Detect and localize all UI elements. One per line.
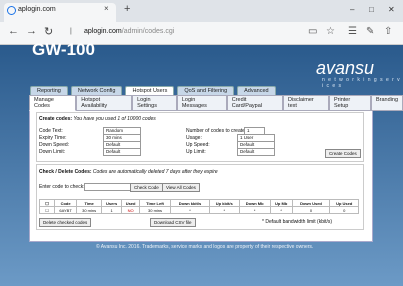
favorite-star-icon[interactable]: ☆ — [326, 26, 335, 37]
check-codes-subtitle: Codes are automatically deleted 7 days a… — [92, 169, 218, 175]
down-limit-select[interactable]: Default — [103, 148, 141, 156]
expiry-time-label: Expiry Time: — [39, 135, 67, 141]
cell-down-kbits: * — [170, 206, 210, 214]
check-codes-heading: Check / Delete Codes: — [39, 169, 92, 175]
codes-table: ☐ Code Time Users Used Time Left Down kb… — [39, 199, 359, 214]
sub-tab-login-settings[interactable]: Login Settings — [132, 95, 177, 111]
footer-copyright: © Avansu Inc. 2016. Trademarks, service … — [96, 244, 314, 250]
cell-time: 30 mins — [76, 206, 103, 214]
url-path: /admin/codes.cgi — [121, 28, 175, 35]
enter-code-label: Enter code to check: — [39, 184, 85, 190]
url-host: aplogin.com — [84, 28, 122, 35]
check-code-button[interactable]: Check Code — [130, 183, 163, 192]
table-row: ☐ 6AYBT 30 mins 1 NO 30 mins * * * * 0 0 — [39, 206, 359, 214]
cell-code: 6AYBT — [53, 206, 78, 214]
codes-table-header: ☐ Code Time Users Used Time Left Down kb… — [39, 199, 359, 207]
view-all-codes-button[interactable]: View All Codes — [162, 183, 200, 192]
cell-up-mb: * — [269, 206, 293, 214]
device-title: GW-100 — [32, 40, 95, 59]
sub-tab-credit-card[interactable]: Credit Card/Paypal — [226, 95, 284, 111]
browser-tab-title: aplogin.com — [18, 6, 56, 13]
site-favicon-icon — [7, 6, 16, 15]
codes-table-wrap: ☐ Code Time Users Used Time Left Down kb… — [39, 199, 359, 214]
share-icon[interactable]: ⇧ — [384, 26, 392, 37]
maximize-button[interactable]: □ — [369, 5, 374, 14]
cell-up-used: 0 — [329, 206, 359, 214]
sub-tab-disclaimer[interactable]: Disclaimer text — [283, 95, 329, 111]
code-text-label: Code Text: — [39, 128, 63, 134]
url-text: aplogin.com/admin/codes.cgi — [84, 28, 174, 35]
down-speed-label: Down Speed: — [39, 142, 70, 148]
reading-view-icon[interactable]: ▭ — [308, 26, 317, 37]
up-limit-label: Up Limit: — [186, 149, 206, 155]
create-codes-heading: Create codes: — [39, 116, 73, 122]
cell-users: 1 — [101, 206, 123, 214]
new-tab-button[interactable]: + — [124, 3, 130, 15]
col-down-mb: Down Mb — [238, 199, 271, 207]
hub-icon[interactable]: ☰ — [348, 26, 357, 37]
sub-tab-branding[interactable]: Branding — [370, 95, 403, 111]
col-time-left: Time Left — [139, 199, 172, 207]
forward-arrow-icon[interactable]: → — [26, 25, 37, 37]
refresh-icon[interactable]: ↻ — [44, 25, 53, 38]
row-checkbox[interactable]: ☐ — [39, 206, 55, 214]
cell-used: NO — [121, 206, 141, 214]
up-speed-label: Up Speed: — [186, 142, 210, 148]
minimize-button[interactable]: – — [350, 5, 354, 14]
separator-icon: | — [70, 28, 72, 35]
col-code: Code — [53, 199, 78, 207]
select-all-checkbox[interactable]: ☐ — [39, 199, 55, 207]
create-codes-header: Create codes: You have you used 1 of 100… — [39, 116, 156, 122]
create-codes-button[interactable]: Create Codes — [325, 149, 361, 158]
tab-close-icon[interactable]: × — [104, 4, 109, 13]
back-arrow-icon[interactable]: ← — [8, 25, 19, 37]
col-used: Used — [121, 199, 141, 207]
cell-time-left: 30 mins — [139, 206, 172, 214]
sub-tab-printer-setup[interactable]: Printer Setup — [328, 95, 371, 111]
avansu-logo: avansu — [316, 58, 375, 78]
delete-checked-codes-button[interactable]: Delete checked codes — [39, 218, 92, 227]
sub-tab-login-messages[interactable]: Login Messages — [176, 95, 227, 111]
col-up-used: Up Used — [329, 199, 359, 207]
window-close-button[interactable]: ✕ — [388, 5, 395, 14]
col-down-used: Down Used — [291, 199, 331, 207]
check-codes-header: Check / Delete Codes: Codes are automati… — [39, 169, 218, 175]
sub-tab-manage-codes[interactable]: Manage Codes — [29, 95, 77, 111]
sub-tab-hotspot-availability[interactable]: Hotspot Availability — [76, 95, 133, 111]
notes-icon[interactable]: ✎ — [366, 26, 374, 37]
bandwidth-note: * Default bandwidth limit (kbit/s) — [262, 219, 333, 225]
col-down-kbits: Down kbit/s — [170, 199, 210, 207]
create-codes-subtitle: You have you used 1 of 10000 codes — [73, 116, 156, 122]
down-limit-label: Down Limit: — [39, 149, 66, 155]
logo-tagline: n e t w o r k i n g s e r v i c e s — [322, 77, 401, 89]
col-time: Time — [76, 199, 103, 207]
col-users: Users — [101, 199, 123, 207]
usage-label: Usage: — [186, 135, 202, 141]
col-up-kbits: Up kbit/s — [208, 199, 240, 207]
cell-down-used: 0 — [291, 206, 331, 214]
up-limit-select[interactable]: Default — [237, 148, 275, 156]
download-csv-button[interactable]: Download CSV file — [150, 218, 196, 227]
col-up-mb: Up Mb — [269, 199, 293, 207]
sub-nav: Manage Codes Hotspot Availability Login … — [29, 95, 403, 111]
enter-code-input[interactable] — [84, 183, 133, 191]
cell-down-mb: * — [238, 206, 271, 214]
main-nav: Reporting Network Config Hotspot Users Q… — [30, 86, 276, 96]
cell-up-kbits: * — [208, 206, 240, 214]
